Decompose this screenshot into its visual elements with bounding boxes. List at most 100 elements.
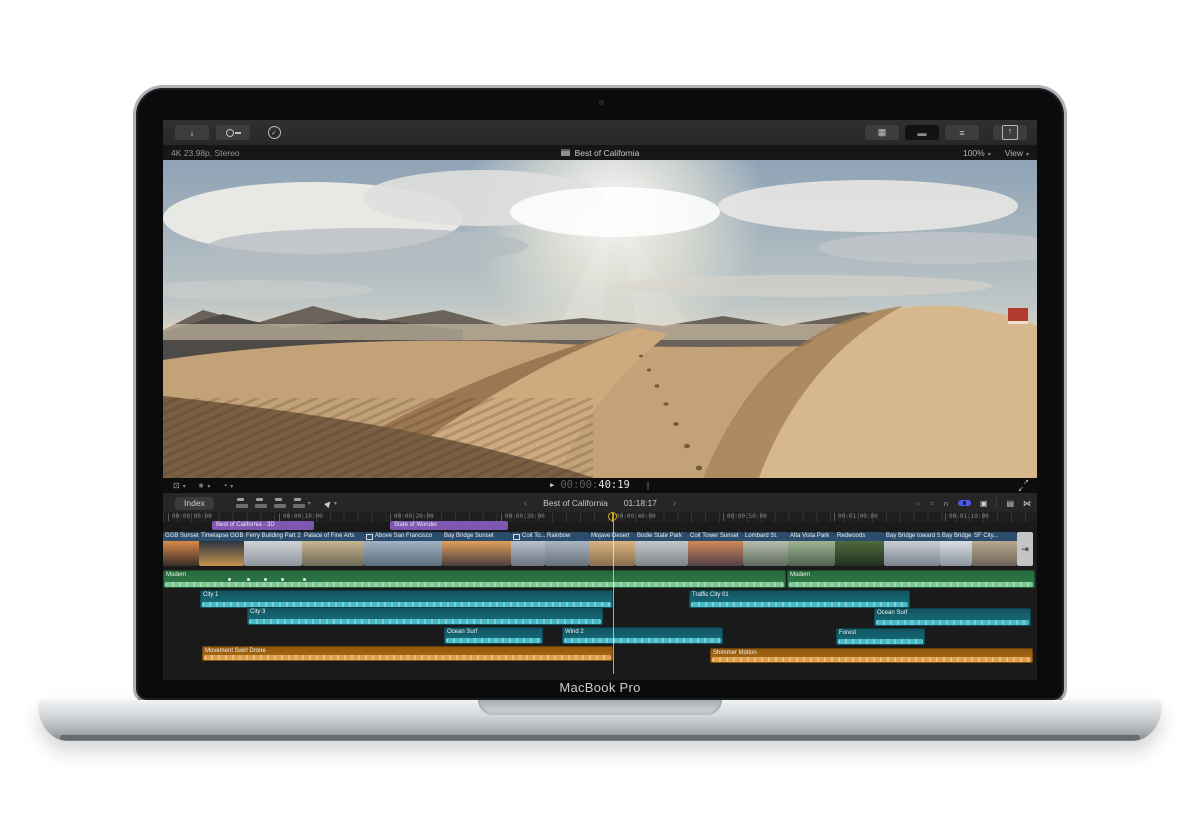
video-clip[interactable]: Bay Bridge (940, 532, 972, 566)
audio-clip[interactable]: Shimmer Motion (710, 648, 1033, 663)
keyframe-dot[interactable] (281, 578, 284, 581)
keyframe-dot[interactable] (228, 578, 231, 581)
video-clip[interactable]: Bodie State Park (635, 532, 688, 566)
video-clip[interactable]: Coit To... (511, 532, 545, 566)
audio-clip-label: Wind 2 (562, 627, 723, 636)
video-clip-label: Coit Tower Sunset (688, 532, 743, 541)
audio-clip[interactable]: Modern (787, 570, 1035, 588)
keyframe-dot[interactable] (247, 578, 250, 581)
fullscreen-icon[interactable]: ↗↙ (1018, 480, 1029, 491)
audio-clip-label: City 3 (247, 607, 603, 616)
inspector-toggle-button[interactable]: ≡ (945, 125, 979, 140)
timeline-toggle-button[interactable]: ▬ (905, 125, 939, 140)
snapping-icon[interactable] (958, 500, 971, 506)
chapter-marker[interactable]: State of Wonder (390, 521, 508, 530)
video-clip[interactable]: SF City... (972, 532, 1017, 566)
video-clip[interactable]: Coit Tower Sunset (688, 532, 743, 566)
video-clip-thumbnail (835, 541, 884, 566)
key-icon (226, 129, 241, 137)
ruler-tick: 00:00:50:00 (723, 513, 767, 521)
video-clip-thumbnail (940, 541, 972, 566)
video-clip[interactable]: Palace of Fine Arts (302, 532, 364, 566)
timeline-area[interactable]: 00:00:00:0000:00:10:0000:00:20:0000:00:3… (163, 512, 1037, 680)
red-overlay-marker (1008, 308, 1028, 321)
chevron-down-icon: ▾ (1026, 152, 1029, 158)
brand-label: MacBook Pro (136, 680, 1064, 695)
video-clip-thumbnail (788, 541, 835, 566)
audio-clip[interactable]: Forest (836, 628, 925, 645)
video-clip[interactable]: Rainbow (545, 532, 589, 566)
audio-clip[interactable]: City 1 (200, 590, 613, 608)
audio-clip[interactable]: Wind 2 (562, 627, 723, 644)
video-clip-thumbnail (589, 541, 635, 566)
video-clip-thumbnail (364, 541, 442, 566)
browser-toggle-button[interactable]: ▦ (865, 125, 899, 140)
video-clip[interactable]: Redwoods (835, 532, 884, 566)
audio-clip[interactable]: Traffic City 01 (689, 590, 910, 608)
video-clip-thumbnail (244, 541, 302, 566)
audio-clip[interactable]: Ocean Surf (874, 608, 1031, 626)
import-icon: ↓ (190, 128, 195, 138)
audio-waveform (838, 639, 923, 644)
timeline-nav: ‹ Best of California 01:18:17 › (163, 498, 1037, 509)
audio-waveform (204, 655, 611, 660)
keywords-button[interactable] (216, 125, 250, 140)
audio-clip[interactable]: Ocean Surf (444, 627, 543, 644)
zoom-dropdown[interactable]: 100%▾ (963, 148, 991, 158)
primary-storyline: GGB SunsetTimelapse GGBFerry Building Pa… (163, 532, 1037, 566)
video-clip[interactable]: GGB Sunset (163, 532, 199, 566)
view-dropdown[interactable]: View▾ (1005, 148, 1029, 158)
video-clip-label: Bodie State Park (635, 532, 688, 541)
screen: ↓ ✓ ▦ ▬ ≡ ↑ 4K 23.98p, Stereo (163, 120, 1037, 680)
video-clip-label: Bay Bridge Sunset (442, 532, 511, 541)
video-clip[interactable]: Above San Francisco (364, 532, 442, 566)
share-button[interactable]: ↑ (993, 125, 1027, 140)
next-project-icon[interactable]: › (673, 498, 676, 509)
video-clip[interactable]: Lombard St. (743, 532, 788, 566)
audio-clip-label: City 1 (200, 590, 613, 599)
video-clip[interactable]: Timelapse GGB (199, 532, 244, 566)
video-clip-label: Bay Bridge (940, 532, 972, 541)
background-tasks-button[interactable]: ✓ (257, 125, 291, 140)
viewer-canvas[interactable] (163, 160, 1037, 478)
project-title: Best of California (163, 148, 1037, 158)
playhead-top[interactable] (612, 512, 614, 522)
video-clip[interactable]: Bay Bridge Sunset (442, 532, 511, 566)
audio-clip[interactable]: Movement Swirl Drone (202, 646, 613, 661)
video-clip-label: GGB Sunset (163, 532, 199, 541)
audio-clip-label: Movement Swirl Drone (202, 646, 613, 655)
secondary-display-icon[interactable]: ▤ (1006, 499, 1014, 508)
audio-clip-label: Traffic City 01 (689, 590, 910, 599)
play-icon[interactable]: ▶ (550, 481, 554, 489)
audio-skimming-icon[interactable]: ≈ (930, 499, 934, 508)
transport-bar: ⊡▾ ∗▾ ◔▾ ▶ 00:00:40:19 ∥ ↗↙ (163, 478, 1037, 492)
skimming-icon[interactable]: ◦◦ (915, 499, 921, 508)
video-clip-label: Mojave Desert (589, 532, 635, 541)
solo-headphones-icon[interactable]: ∩ (943, 499, 949, 508)
audio-clip[interactable]: Modern (163, 570, 786, 588)
import-media-button[interactable]: ↓ (175, 125, 209, 140)
video-clip-label: Alta Vista Park (788, 532, 835, 541)
timecode: 00:00:40:19 (560, 479, 630, 491)
playhead-line[interactable] (613, 522, 614, 674)
video-clip-thumbnail (302, 541, 364, 566)
ruler-tick: 00:00:20:00 (390, 513, 434, 521)
video-clip[interactable]: Bay Bridge toward SF (884, 532, 940, 566)
chapter-marker[interactable]: Best of California - 3D (212, 521, 314, 530)
keyframe-dot[interactable] (264, 578, 267, 581)
check-circle-icon: ✓ (268, 126, 281, 139)
audio-waveform (446, 638, 541, 643)
video-clip[interactable]: Ferry Building Part 2 (244, 532, 302, 566)
video-clip[interactable]: Mojave Desert (589, 532, 635, 566)
divider (996, 498, 997, 509)
audio-clip[interactable]: City 3 (247, 607, 603, 625)
video-clip-thumbnail (884, 541, 940, 566)
video-clip-thumbnail (163, 541, 199, 566)
clip-appearance-icon[interactable]: ▣ (980, 499, 988, 508)
prev-project-icon[interactable]: ‹ (524, 498, 527, 509)
close-timeline-icon[interactable]: ⋈ (1023, 499, 1031, 508)
timeline-project-name[interactable]: Best of California (543, 498, 608, 508)
pause-icon[interactable]: ∥ (646, 481, 650, 490)
video-clip[interactable]: Alta Vista Park (788, 532, 835, 566)
keyframe-dot[interactable] (303, 578, 306, 581)
